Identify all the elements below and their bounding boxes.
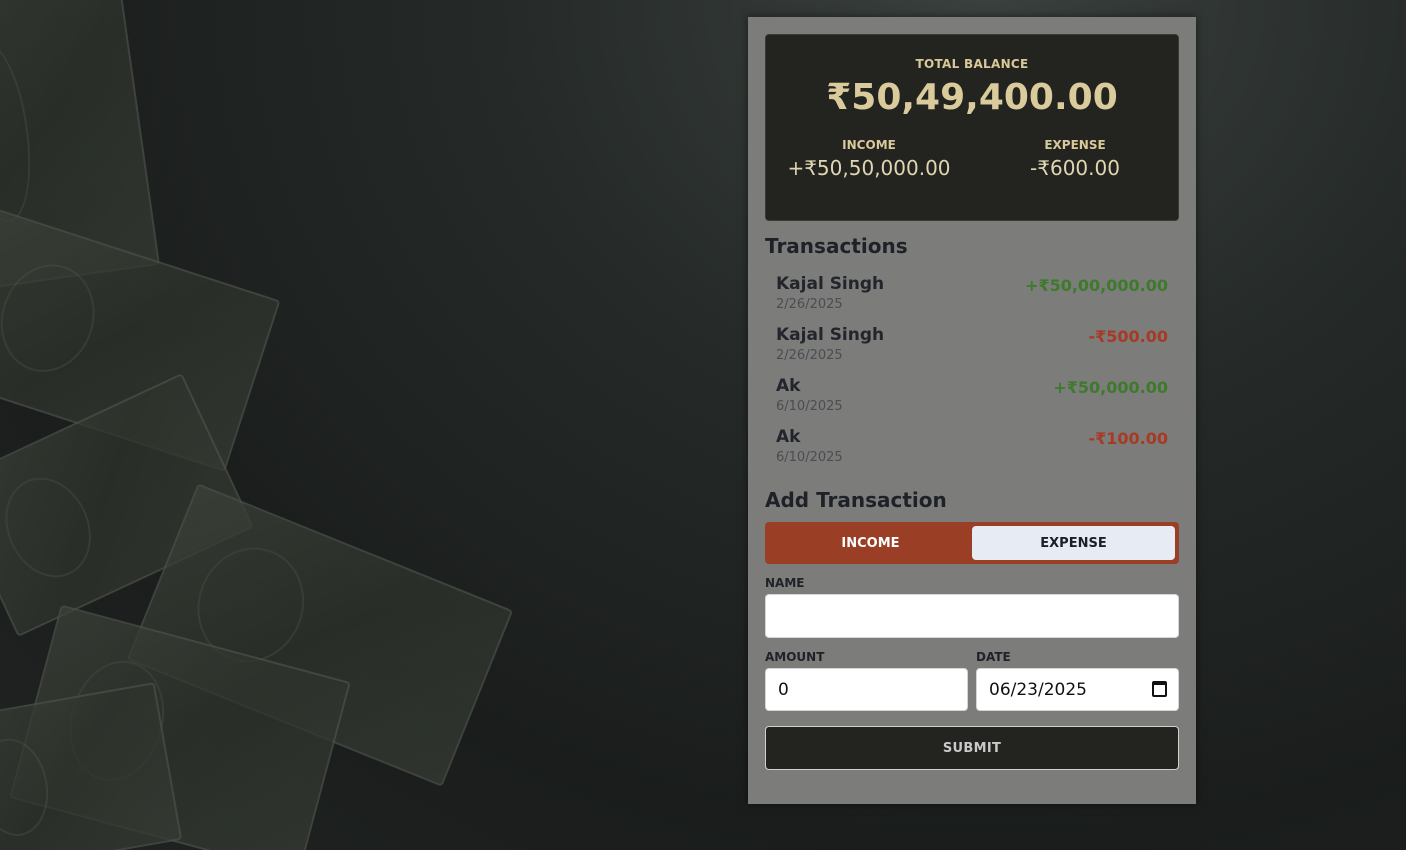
transaction-amount: +₹50,00,000.00 — [1025, 276, 1168, 295]
expense-value: -₹600.00 — [1030, 156, 1120, 180]
transaction-date: 6/10/2025 — [776, 399, 843, 414]
expense-summary: EXPENSE -₹600.00 — [972, 138, 1178, 180]
income-summary: INCOME +₹50,50,000.00 — [766, 138, 972, 180]
transaction-name: Kajal Singh — [776, 274, 885, 294]
transaction-item: Kajal Singh 2/26/2025 +₹50,00,000.00 — [776, 266, 1168, 317]
transaction-date: 2/26/2025 — [776, 348, 843, 363]
income-expense-summary: INCOME +₹50,50,000.00 EXPENSE -₹600.00 — [766, 138, 1178, 180]
amount-date-row: AMOUNT DATE — [765, 638, 1179, 711]
transaction-name: Ak — [776, 427, 801, 447]
amount-input[interactable] — [765, 668, 968, 711]
transaction-date: 2/26/2025 — [776, 297, 843, 312]
add-transaction-title: Add Transaction — [765, 488, 947, 512]
money-background-image — [0, 0, 560, 850]
date-label: DATE — [976, 650, 1011, 664]
expense-label: EXPENSE — [1044, 138, 1106, 152]
date-field — [976, 668, 1179, 711]
amount-label: AMOUNT — [765, 650, 825, 664]
calendar-icon[interactable] — [1152, 681, 1167, 697]
submit-button[interactable]: SUBMIT — [765, 726, 1179, 770]
transaction-date: 6/10/2025 — [776, 450, 843, 465]
transaction-item: Ak 6/10/2025 +₹50,000.00 — [776, 368, 1168, 419]
name-input[interactable] — [765, 594, 1179, 638]
total-balance-label: TOTAL BALANCE — [915, 57, 1029, 71]
name-label: NAME — [765, 576, 805, 590]
transaction-name: Ak — [776, 376, 801, 396]
transaction-type-toggle: INCOME EXPENSE — [765, 522, 1179, 564]
balance-summary-card: TOTAL BALANCE ₹50,49,400.00 INCOME +₹50,… — [765, 34, 1179, 221]
date-input[interactable] — [976, 668, 1179, 711]
income-label: INCOME — [842, 138, 896, 152]
total-balance-value: ₹50,49,400.00 — [826, 77, 1118, 118]
expense-tracker-panel: TOTAL BALANCE ₹50,49,400.00 INCOME +₹50,… — [748, 17, 1196, 804]
expense-toggle-button[interactable]: EXPENSE — [972, 526, 1175, 560]
transaction-amount: +₹50,000.00 — [1053, 378, 1168, 397]
transaction-name: Kajal Singh — [776, 325, 885, 345]
transaction-item: Kajal Singh 2/26/2025 -₹500.00 — [776, 317, 1168, 368]
transaction-item: Ak 6/10/2025 -₹100.00 — [776, 419, 1168, 470]
income-toggle-button[interactable]: INCOME — [769, 526, 972, 560]
transaction-amount: -₹100.00 — [1088, 429, 1168, 448]
transactions-title: Transactions — [765, 234, 908, 258]
transaction-list: Kajal Singh 2/26/2025 +₹50,00,000.00 Kaj… — [765, 266, 1179, 470]
income-value: +₹50,50,000.00 — [787, 156, 951, 180]
transaction-amount: -₹500.00 — [1088, 327, 1168, 346]
